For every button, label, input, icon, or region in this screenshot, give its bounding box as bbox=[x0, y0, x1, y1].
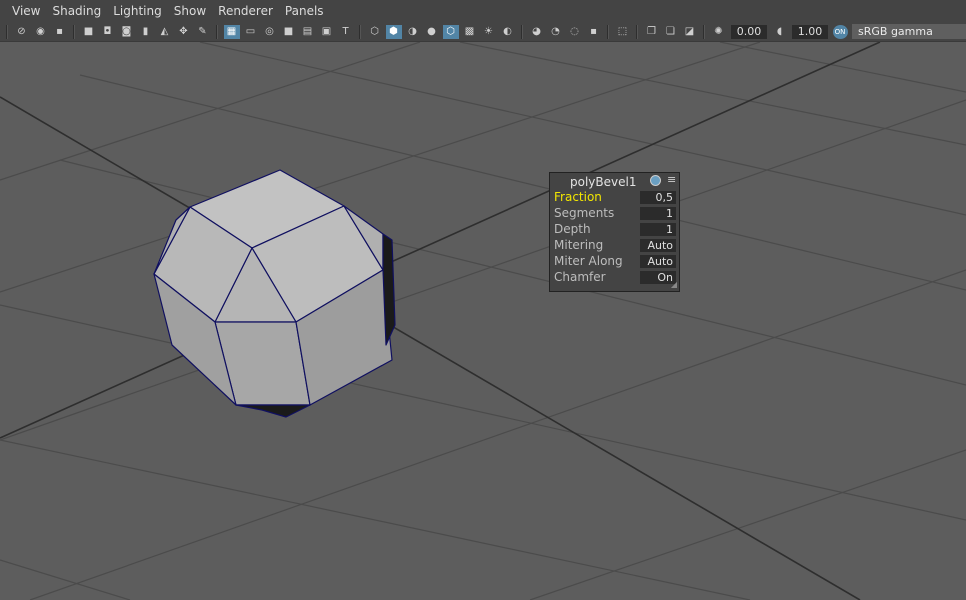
wireframe-icon[interactable]: ⬡ bbox=[367, 25, 383, 39]
bevelled-cube-mesh[interactable] bbox=[153, 169, 396, 418]
bookmark-icon[interactable]: ▪ bbox=[52, 25, 68, 39]
shadows-icon[interactable]: ◐ bbox=[500, 25, 516, 39]
anti-aliasing-icon[interactable]: ◌ bbox=[567, 25, 583, 39]
move-pivot-icon[interactable]: ✥ bbox=[176, 25, 192, 39]
hud-label: Fraction bbox=[554, 190, 602, 204]
exposure-icon[interactable]: ✺ bbox=[711, 25, 727, 39]
menu-renderer[interactable]: Renderer bbox=[212, 0, 279, 22]
hud-label: Miter Along bbox=[554, 254, 623, 268]
hud-label: Depth bbox=[554, 222, 591, 236]
toolbar-separator bbox=[216, 24, 218, 39]
use-all-lights-icon[interactable]: ☀ bbox=[481, 25, 497, 39]
field-chart-icon[interactable]: ▤ bbox=[300, 25, 316, 39]
hud-title: polyBevel1 bbox=[570, 175, 637, 189]
menu-panels[interactable]: Panels bbox=[279, 0, 330, 22]
gamma-field[interactable]: 1.00 bbox=[792, 24, 828, 39]
ground-grid bbox=[0, 42, 966, 600]
hud-menu-icon[interactable]: ≡ bbox=[667, 173, 676, 186]
viewport-menu-bar: View Shading Lighting Show Renderer Pane… bbox=[0, 0, 966, 22]
toolbar-separator bbox=[521, 24, 523, 39]
camera-icon[interactable]: ■ bbox=[81, 25, 97, 39]
hud-label: Segments bbox=[554, 206, 615, 220]
xray-joints-icon[interactable]: ◪ bbox=[682, 25, 698, 39]
bookmark-flag-icon[interactable]: ▮ bbox=[138, 25, 154, 39]
resolution-gate-icon[interactable]: ◎ bbox=[262, 25, 278, 39]
viewport-toolbar: ⊘ ◉ ▪ ■ ◘ ◙ ▮ ◭ ✥ ✎ ▦ ▭ ◎ ■ ▤ ▣ T ⬡ ⬢ ◑ … bbox=[0, 22, 966, 42]
depth-of-field-icon[interactable]: ▪ bbox=[586, 25, 602, 39]
toolbar-separator bbox=[607, 24, 609, 39]
toolbar-separator bbox=[73, 24, 75, 39]
xray-icon[interactable]: ❐ bbox=[644, 25, 660, 39]
hud-label: Mitering bbox=[554, 238, 604, 252]
exposure-field[interactable]: 0.00 bbox=[731, 24, 767, 39]
xray-active-components-icon[interactable]: ❏ bbox=[663, 25, 679, 39]
toolbar-separator bbox=[703, 24, 705, 39]
hud-value-field[interactable]: 1 bbox=[640, 223, 676, 236]
safe-action-icon[interactable]: ▣ bbox=[319, 25, 335, 39]
gate-mask-icon[interactable]: ■ bbox=[281, 25, 297, 39]
flat-lighting-icon[interactable]: ● bbox=[424, 25, 440, 39]
hud-row-miter-along[interactable]: Miter Along Auto bbox=[554, 254, 677, 269]
hud-value-field[interactable]: Auto bbox=[640, 239, 676, 252]
toolbar-separator bbox=[6, 24, 8, 39]
toolbar-separator bbox=[359, 24, 361, 39]
hud-node-icon[interactable] bbox=[650, 175, 661, 186]
grease-pencil-icon[interactable]: ✎ bbox=[195, 25, 211, 39]
menu-view[interactable]: View bbox=[0, 0, 46, 22]
hud-row-chamfer[interactable]: Chamfer On bbox=[554, 270, 677, 285]
menu-lighting[interactable]: Lighting bbox=[107, 0, 168, 22]
camera-attributes-icon[interactable]: ◉ bbox=[33, 25, 49, 39]
hud-row-fraction[interactable]: Fraction 0,5 bbox=[554, 190, 677, 205]
menu-shading[interactable]: Shading bbox=[46, 0, 107, 22]
camera-lock-icon[interactable]: ◘ bbox=[100, 25, 116, 39]
3d-viewport[interactable] bbox=[0, 42, 966, 600]
polybevel-hud-panel[interactable]: polyBevel1 ≡ Fraction 0,5 Segments 1 Dep… bbox=[549, 172, 680, 292]
smooth-shade-icon[interactable]: ⬢ bbox=[385, 24, 402, 39]
wireframe-on-shaded-icon[interactable]: ⬡ bbox=[442, 24, 459, 39]
hud-value-field[interactable]: 1 bbox=[640, 207, 676, 220]
image-plane-icon[interactable]: ◭ bbox=[157, 25, 173, 39]
textured-icon[interactable]: ▩ bbox=[462, 25, 478, 39]
hud-row-segments[interactable]: Segments 1 bbox=[554, 206, 677, 221]
hud-label: Chamfer bbox=[554, 270, 606, 284]
select-camera-icon[interactable]: ⊘ bbox=[14, 25, 30, 39]
motion-blur-icon[interactable]: ◔ bbox=[548, 25, 564, 39]
default-lighting-icon[interactable]: ◑ bbox=[405, 25, 421, 39]
safe-title-icon[interactable]: T bbox=[338, 25, 354, 39]
color-space-dropdown[interactable]: sRGB gamma bbox=[852, 24, 966, 39]
menu-show[interactable]: Show bbox=[168, 0, 212, 22]
hud-row-depth[interactable]: Depth 1 bbox=[554, 222, 677, 237]
toolbar-separator bbox=[636, 24, 638, 39]
hud-value-field[interactable]: 0,5 bbox=[640, 191, 676, 204]
world-axes bbox=[0, 42, 881, 600]
camera-view-icon[interactable]: ◙ bbox=[119, 25, 135, 39]
hud-value-field[interactable]: Auto bbox=[640, 255, 676, 268]
color-management-toggle[interactable]: ON bbox=[832, 24, 848, 39]
resize-grip-icon[interactable]: ◢ bbox=[671, 280, 677, 289]
grid-icon[interactable]: ▦ bbox=[223, 24, 240, 39]
film-gate-icon[interactable]: ▭ bbox=[243, 25, 259, 39]
screen-space-ao-icon[interactable]: ◕ bbox=[529, 25, 545, 39]
gamma-icon[interactable]: ◖ bbox=[772, 25, 788, 39]
hud-row-mitering[interactable]: Mitering Auto bbox=[554, 238, 677, 253]
isolate-select-icon[interactable]: ⬚ bbox=[615, 25, 631, 39]
